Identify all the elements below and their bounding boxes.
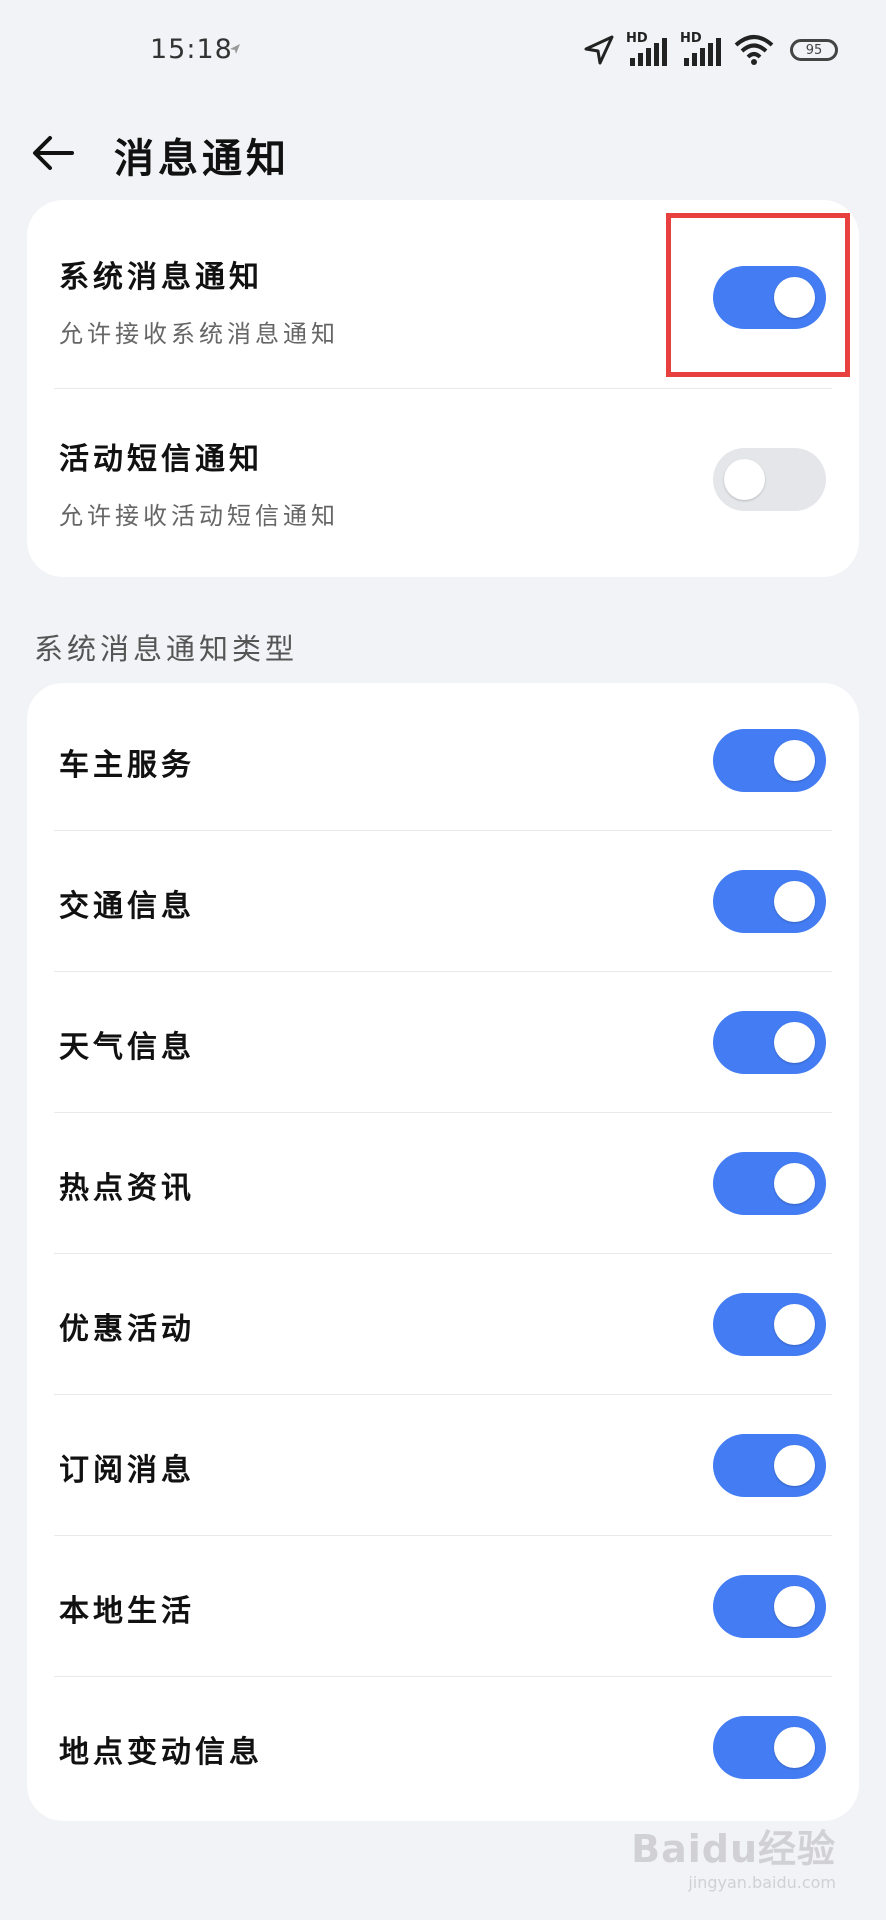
header: 消息通知 xyxy=(0,100,886,200)
type-row-hot-news[interactable]: 热点资讯 xyxy=(27,1113,859,1254)
watermark-url: jingyan.baidu.com xyxy=(688,1873,836,1892)
traffic-info-toggle[interactable] xyxy=(713,870,826,933)
toggle-knob xyxy=(774,740,815,781)
row-title: 订阅消息 xyxy=(59,1453,195,1488)
status-bar: 15:18 HD HD 95 xyxy=(0,0,886,100)
sms-activity-notification-row[interactable]: 活动短信通知 允许接收活动短信通知 xyxy=(27,389,859,577)
type-row-subscriptions[interactable]: 订阅消息 xyxy=(27,1395,859,1536)
row-title: 车主服务 xyxy=(59,748,195,783)
row-title: 本地生活 xyxy=(59,1594,195,1629)
row-title: 交通信息 xyxy=(59,889,195,924)
page-title: 消息通知 xyxy=(114,136,290,182)
watermark: Baidu经验 jingyan.baidu.com xyxy=(631,1818,836,1892)
toggle-knob xyxy=(774,1727,815,1768)
row-title: 优惠活动 xyxy=(59,1312,195,1347)
row-title: 活动短信通知 xyxy=(59,442,263,477)
sms-activity-notification-toggle[interactable] xyxy=(713,448,826,511)
location-arrow-icon xyxy=(584,35,614,65)
status-icons: HD HD 95 xyxy=(582,30,838,70)
notification-types-card: 车主服务 交通信息 天气信息 热点资讯 优惠活动 订阅消息 本地生活 地点变动信… xyxy=(27,683,859,1821)
status-time: 15:18 xyxy=(150,34,233,65)
hot-news-toggle[interactable] xyxy=(713,1152,826,1215)
type-row-owner-service[interactable]: 车主服务 xyxy=(27,683,859,831)
row-title: 系统消息通知 xyxy=(59,260,263,295)
toggle-knob xyxy=(774,1445,815,1486)
subscriptions-toggle[interactable] xyxy=(713,1434,826,1497)
row-subtitle: 允许接收活动短信通知 xyxy=(59,502,339,530)
type-row-traffic-info[interactable]: 交通信息 xyxy=(27,831,859,972)
owner-service-toggle[interactable] xyxy=(713,729,826,792)
row-subtitle: 允许接收系统消息通知 xyxy=(59,320,339,348)
toggle-knob xyxy=(774,881,815,922)
signal-2-icon: HD xyxy=(680,32,724,68)
wifi-icon xyxy=(734,35,774,65)
row-title: 天气信息 xyxy=(59,1030,195,1065)
battery-icon: 95 xyxy=(790,39,838,61)
type-row-weather-info[interactable]: 天气信息 xyxy=(27,972,859,1113)
location-small-icon xyxy=(230,44,240,54)
row-title: 地点变动信息 xyxy=(59,1735,263,1770)
type-row-local-life[interactable]: 本地生活 xyxy=(27,1536,859,1677)
type-row-location-change[interactable]: 地点变动信息 xyxy=(27,1677,859,1821)
location-change-toggle[interactable] xyxy=(713,1716,826,1779)
weather-info-toggle[interactable] xyxy=(713,1011,826,1074)
local-life-toggle[interactable] xyxy=(713,1575,826,1638)
back-arrow-icon[interactable] xyxy=(28,128,78,178)
section-label: 系统消息通知类型 xyxy=(34,632,299,666)
row-title: 热点资讯 xyxy=(59,1171,195,1206)
promotions-toggle[interactable] xyxy=(713,1293,826,1356)
toggle-knob xyxy=(774,1022,815,1063)
type-row-promotions[interactable]: 优惠活动 xyxy=(27,1254,859,1395)
watermark-logo: Baidu经验 xyxy=(631,1827,836,1871)
signal-1-icon: HD xyxy=(626,32,670,68)
toggle-knob xyxy=(724,459,765,500)
toggle-knob xyxy=(774,1163,815,1204)
toggle-knob xyxy=(774,1304,815,1345)
highlight-annotation xyxy=(666,213,850,377)
toggle-knob xyxy=(774,1586,815,1627)
